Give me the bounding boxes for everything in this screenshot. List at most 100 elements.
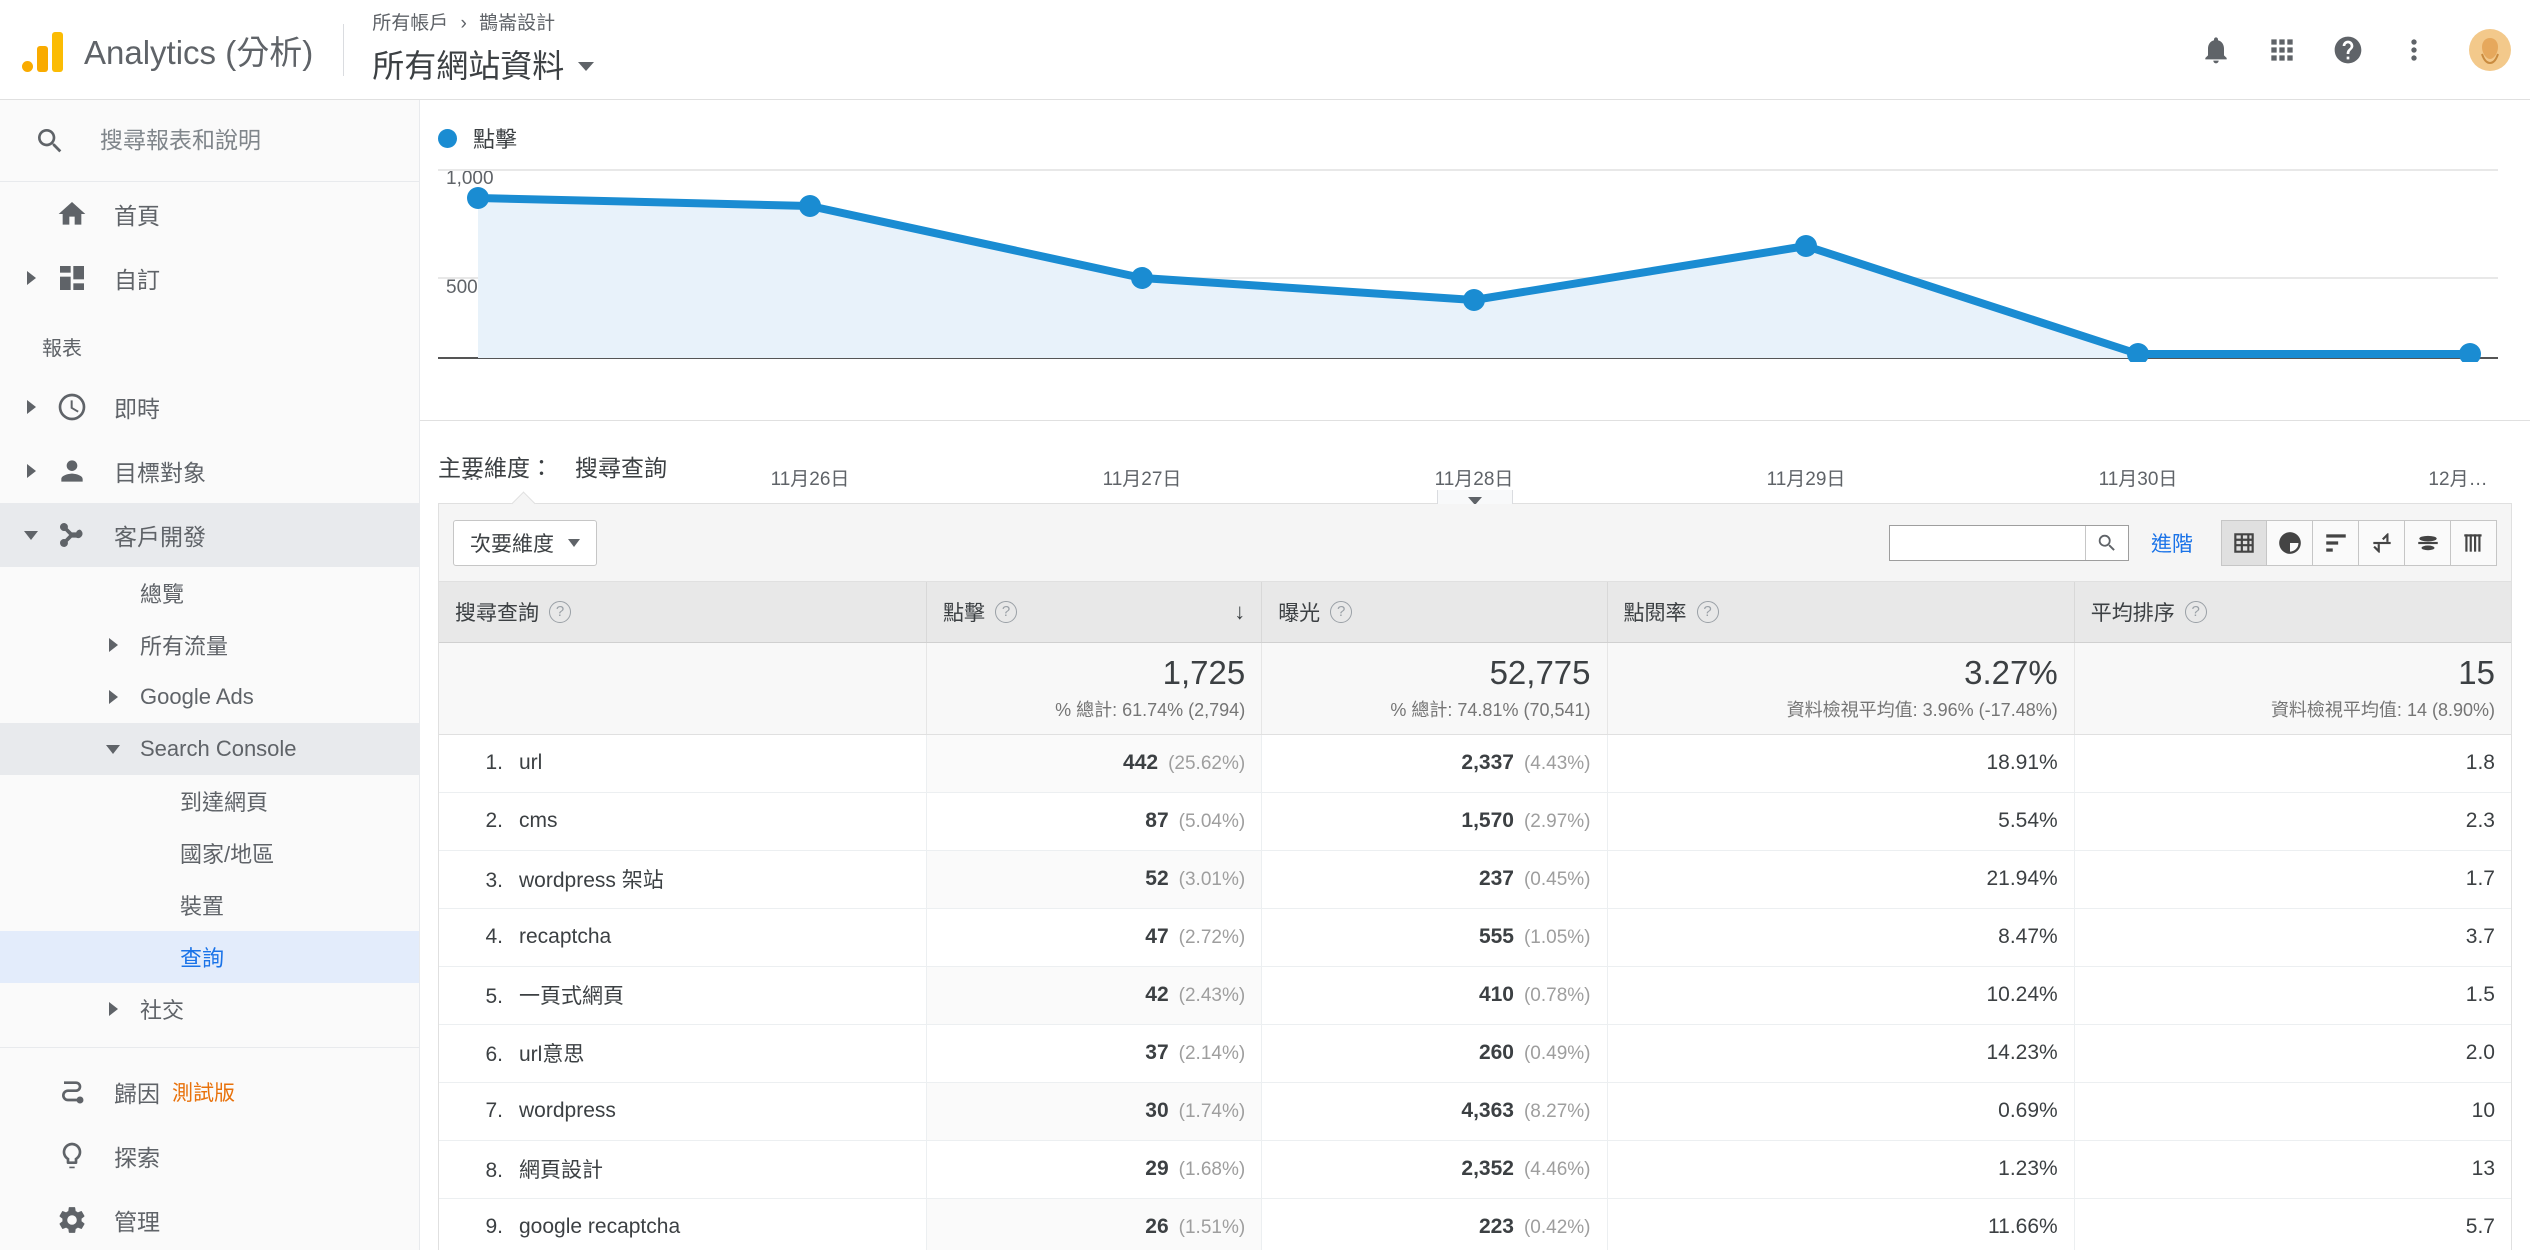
help-icon[interactable]: ? (2184, 600, 2207, 623)
column-header-ctr-label: 點閱率 (1623, 601, 1687, 625)
sidebar-item-landing-pages-label: 到達網頁 (180, 790, 269, 815)
cell-clicks: 26 (1.51%) (926, 1198, 1263, 1250)
sidebar-item-devices[interactable]: 裝置 (0, 879, 419, 931)
row-clicks-percent: (25.62%) (1168, 753, 1246, 774)
column-header-clicks[interactable]: 點擊 ? ↓ (926, 582, 1263, 643)
avatar[interactable] (2468, 28, 2512, 72)
performance-view-icon[interactable] (2313, 519, 2359, 566)
sidebar-item-countries[interactable]: 國家/地區 (0, 827, 419, 879)
help-icon[interactable]: ? (549, 600, 571, 623)
sidebar-search[interactable] (0, 100, 419, 182)
summary-impressions-sub: % 總計: 74.81% (70,541) (1390, 699, 1591, 720)
chevron-right-icon[interactable] (100, 638, 126, 652)
pie-chart-view-icon[interactable] (2267, 519, 2313, 566)
row-query-label[interactable]: 一頁式網頁 (519, 985, 624, 1008)
cell-clicks: 47 (2.72%) (926, 908, 1263, 967)
sort-desc-icon[interactable]: ↓ (1234, 600, 1245, 623)
sidebar-item-realtime[interactable]: 即時 (0, 375, 419, 439)
row-impressions-percent: (0.42%) (1523, 1217, 1591, 1238)
sidebar-item-all-traffic[interactable]: 所有流量 (0, 619, 419, 671)
sidebar-item-google-ads[interactable]: Google Ads (0, 671, 419, 723)
row-query-label[interactable]: google recaptcha (519, 1215, 680, 1238)
bell-icon[interactable] (2198, 32, 2234, 68)
row-query-label[interactable]: wordpress 架站 (519, 869, 664, 892)
comparison-view-icon[interactable] (2359, 519, 2405, 566)
summary-ctr-sub: 資料檢視平均值: 3.96% (-17.48%) (1786, 699, 2058, 720)
customization-icon (52, 262, 92, 294)
breadcrumb[interactable]: 所有帳戶 › 鵲崙設計 (372, 12, 594, 37)
bar-view-icon[interactable] (2451, 519, 2497, 566)
chart-point (2127, 343, 2149, 362)
chevron-right-icon[interactable] (18, 464, 44, 478)
row-position-value: 2.3 (2465, 809, 2495, 832)
search-input[interactable] (98, 126, 378, 155)
help-icon[interactable]: ? (1696, 600, 1719, 623)
table-search[interactable] (1889, 524, 2129, 561)
chevron-right-icon[interactable] (18, 271, 44, 285)
row-query-label[interactable]: url (519, 751, 542, 774)
sidebar-item-attribution[interactable]: 歸因 測試版 (0, 1060, 419, 1124)
sidebar-item-home[interactable]: 首頁 (0, 182, 419, 246)
sidebar-item-queries[interactable]: 查詢 (0, 931, 419, 983)
table-row[interactable]: 7. wordpress 30 (1.74%) 4,363 (8.27%) 0.69% 10 (439, 1082, 2511, 1141)
advanced-filter-link[interactable]: 進階 (2151, 528, 2193, 558)
column-header-position[interactable]: 平均排序 ? (2074, 582, 2511, 643)
sidebar-item-audience[interactable]: 目標對象 (0, 439, 419, 503)
column-header-ctr[interactable]: 點閱率 ? (1607, 582, 2075, 643)
sidebar-item-customization[interactable]: 自訂 (0, 246, 419, 310)
column-header-query[interactable]: 搜尋查詢 ? (439, 582, 928, 643)
search-icon[interactable] (2085, 525, 2128, 560)
row-query-label[interactable]: wordpress (519, 1099, 616, 1122)
summary-row: 1,725 % 總計: 61.74% (2,794) 52,775 % 總計: … (439, 642, 2511, 735)
table-row[interactable]: 5. 一頁式網頁 42 (2.43%) 410 (0.78%) 10.24% 1.5 (439, 966, 2511, 1025)
sidebar-item-landing-pages[interactable]: 到達網頁 (0, 775, 419, 827)
sidebar-item-admin[interactable]: 管理 (0, 1188, 419, 1250)
row-clicks-value: 47 (1145, 925, 1169, 948)
sidebar-item-acquisition[interactable]: 客戶開發 (0, 503, 419, 567)
secondary-dimension-button[interactable]: 次要維度 (453, 519, 597, 566)
table-row[interactable]: 2. cms 87 (5.04%) 1,570 (2.97%) 5.54% 2.3 (439, 792, 2511, 851)
table-row[interactable]: 6. url意思 37 (2.14%) 260 (0.49%) 14.23% 2.0 (439, 1024, 2511, 1083)
chevron-down-icon[interactable] (18, 530, 44, 540)
chevron-right-icon[interactable] (100, 690, 126, 704)
sidebar-item-search-console[interactable]: Search Console (0, 723, 419, 775)
chevron-down-icon[interactable] (100, 744, 126, 754)
legend-label-clicks[interactable]: 點擊 (473, 122, 517, 154)
help-icon[interactable] (2330, 32, 2366, 68)
more-vert-icon[interactable] (2396, 32, 2432, 68)
chevron-right-icon[interactable] (18, 400, 44, 414)
view-name-label: 所有網站資料 (372, 47, 565, 84)
breadcrumb-account[interactable]: 所有帳戶 (372, 13, 448, 34)
table-row[interactable]: 1. url 442 (25.62%) 2,337 (4.43%) 18.91% 1.8 (439, 734, 2511, 793)
help-icon[interactable]: ? (1330, 600, 1353, 623)
sidebar-item-all-traffic-label: 所有流量 (140, 634, 229, 659)
pivot-view-icon[interactable] (2405, 519, 2451, 566)
row-query-label[interactable]: 網頁設計 (519, 1159, 603, 1182)
cell-position: 13 (2074, 1140, 2511, 1199)
sidebar-item-discover[interactable]: 探索 (0, 1124, 419, 1188)
account-selector[interactable]: 所有帳戶 › 鵲崙設計 所有網站資料 (372, 12, 595, 87)
breadcrumb-property[interactable]: 鵲崙設計 (479, 13, 555, 34)
chevron-right-icon[interactable] (100, 1002, 126, 1016)
table-search-input[interactable] (1890, 525, 2085, 560)
table-view-icon[interactable] (2221, 519, 2267, 566)
help-icon[interactable]: ? (995, 600, 1018, 623)
cell-ctr: 18.91% (1607, 734, 2075, 793)
apps-grid-icon[interactable] (2264, 32, 2300, 68)
clock-icon (52, 391, 92, 423)
row-clicks-percent: (1.51%) (1178, 1217, 1246, 1238)
table-row[interactable]: 3. wordpress 架站 52 (3.01%) 237 (0.45%) 21.94% 1… (439, 850, 2511, 909)
column-header-impressions[interactable]: 曝光 ? (1261, 582, 1608, 643)
view-selector[interactable]: 所有網站資料 (372, 41, 595, 87)
row-index: 8. (485, 1159, 503, 1182)
table-row[interactable]: 4. recaptcha 47 (2.72%) 555 (1.05%) 8.47% 3.7 (439, 908, 2511, 967)
row-query-label[interactable]: cms (519, 809, 558, 832)
sidebar-item-social[interactable]: 社交 (0, 983, 419, 1035)
sidebar-item-countries-label: 國家/地區 (180, 842, 275, 867)
cell-query: 3. wordpress 架站 (439, 850, 928, 909)
row-query-label[interactable]: recaptcha (519, 925, 611, 948)
row-query-label[interactable]: url意思 (519, 1043, 584, 1066)
table-row[interactable]: 9. google recaptcha 26 (1.51%) 223 (0.42%) 11.… (439, 1198, 2511, 1250)
sidebar-item-acquisition-overview[interactable]: 總覽 (0, 567, 419, 619)
table-row[interactable]: 8. 網頁設計 29 (1.68%) 2,352 (4.46%) 1.23% 13 (439, 1140, 2511, 1199)
